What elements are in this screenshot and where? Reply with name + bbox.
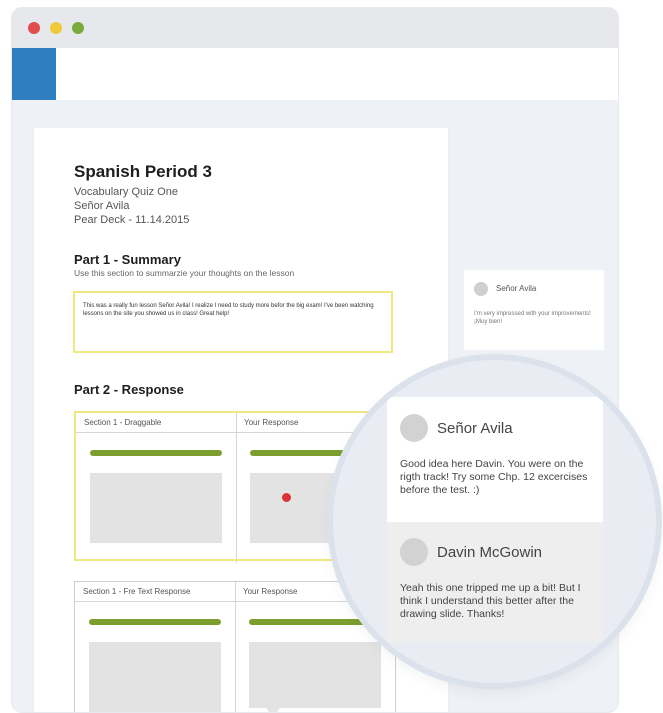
- avatar-icon: [474, 282, 488, 296]
- slide-thumbnail[interactable]: [89, 642, 221, 712]
- session-date: Pear Deck - 11.14.2015: [74, 214, 190, 226]
- speech-bubble-tail-icon: [266, 708, 280, 712]
- column-divider: [235, 582, 236, 712]
- comment-text: I'm very impressed with your improvement…: [474, 311, 591, 325]
- comment-author: Davin McGowin: [437, 544, 543, 561]
- document-title: Spanish Period 3: [74, 162, 212, 181]
- comment-card-student[interactable]: Davin McGowin Yeah this one tripped me u…: [387, 522, 603, 642]
- avatar-icon: [400, 414, 428, 442]
- slide-progress-bar: [89, 619, 221, 625]
- quiz-name: Vocabulary Quiz One: [74, 186, 178, 198]
- comment-author: Señor Avila: [496, 284, 537, 293]
- summary-response-text: This was a really fun lesson Señor Avila…: [83, 303, 374, 317]
- close-window-button[interactable]: [28, 22, 40, 34]
- free-text-response-table: Section 1 - Fre Text Response Your Respo…: [74, 581, 396, 712]
- part1-heading: Part 1 - Summary: [74, 252, 181, 267]
- comment-text: Good idea here Davin. You were on the ri…: [400, 458, 588, 496]
- comment-author: Señor Avila: [437, 420, 513, 437]
- maximize-window-button[interactable]: [72, 22, 84, 34]
- slide-progress-bar: [90, 450, 222, 456]
- table-header-section: Section 1 - Draggable: [76, 413, 236, 433]
- part2-heading: Part 2 - Response: [74, 382, 184, 397]
- window-titlebar: [12, 8, 618, 48]
- comment-text: Yeah this one tripped me up a bit! But I…: [400, 582, 581, 620]
- avatar-icon: [400, 538, 428, 566]
- table-header-section: Section 1 - Fre Text Response: [75, 582, 235, 602]
- speech-bubble-thumbnail[interactable]: [249, 642, 381, 708]
- comment-card-teacher[interactable]: Señor Avila Good idea here Davin. You we…: [387, 397, 603, 522]
- summary-response-box[interactable]: This was a really fun lesson Señor Avila…: [73, 291, 393, 353]
- slide-thumbnail[interactable]: [90, 473, 222, 543]
- app-logo-block[interactable]: [12, 48, 56, 100]
- magnified-comments-lens: Señor Avila Good idea here Davin. You we…: [333, 360, 656, 683]
- column-divider: [236, 413, 237, 563]
- side-comment-card[interactable]: Señor Avila I'm very impressed with your…: [464, 270, 604, 350]
- minimize-window-button[interactable]: [50, 22, 62, 34]
- app-header: [12, 48, 618, 100]
- drag-marker-icon: [282, 493, 291, 502]
- teacher-name: Señor Avila: [74, 200, 130, 212]
- response-progress-bar: [249, 619, 381, 625]
- part1-instructions: Use this section to summarzie your thoug…: [74, 268, 295, 278]
